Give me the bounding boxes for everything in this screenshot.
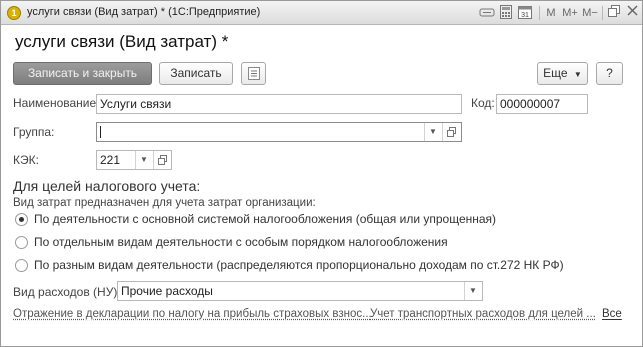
memory-minus-button[interactable]: M− [581,5,599,21]
tax-section-title: Для целей налогового учета: [13,178,201,194]
transport-expenses-link[interactable]: Учет транспортных расходов для целей ... [370,308,596,320]
calculator-icon[interactable] [498,5,514,21]
link-icon[interactable] [478,5,496,21]
radio-button[interactable] [15,259,28,272]
code-label: Код: [471,96,495,110]
calendar-icon[interactable]: 31 [517,5,533,21]
more-button-label: Еще [543,66,568,80]
tax-subtitle: Вид затрат предназначен для учета затрат… [13,197,316,209]
restore-icon[interactable] [607,5,621,21]
chevron-down-icon[interactable]: ▼ [135,151,152,169]
radio-option-label: По деятельности с основной системой нало… [34,212,497,226]
name-label: Наименование: [13,96,100,110]
close-icon[interactable] [625,5,639,21]
group-field[interactable]: ▼ [96,122,462,142]
kek-value: 221 [100,153,121,167]
radio-button[interactable] [15,236,28,249]
app-window: 1 услуги связи (Вид затрат) * (1С:Предпр… [0,0,643,347]
list-icon[interactable] [241,62,266,85]
chevron-down-icon: ▼ [573,70,582,79]
svg-text:31: 31 [521,12,529,19]
group-label: Группа: [13,125,55,139]
declaration-link[interactable]: Отражение в декларации по налогу на приб… [13,308,372,320]
memory-button[interactable]: M [544,5,558,21]
kek-field[interactable]: 221 ▼ [96,150,172,170]
save-and-close-button[interactable]: Записать и закрыть [13,62,152,85]
radio-button[interactable] [15,213,28,226]
open-icon[interactable] [442,123,459,141]
form-heading: услуги связи (Вид затрат) * [15,32,229,51]
expense-type-value: Прочие расходы [121,284,213,298]
expense-type-label: Вид расходов (НУ): [13,285,121,299]
toolbar-separator [539,6,540,20]
code-field[interactable]: 000000007 [496,94,588,114]
open-icon[interactable] [153,151,170,169]
window-title: услуги связи (Вид затрат) * (1С:Предприя… [27,6,261,18]
more-button[interactable]: Еще ▼ [537,62,588,85]
memory-plus-button[interactable]: M+ [561,5,579,21]
app-logo-icon: 1 [7,6,21,20]
chevron-down-icon[interactable]: ▼ [424,123,441,141]
radio-option-label: По отдельным видам деятельности с особым… [34,235,448,249]
expense-type-field[interactable]: Прочие расходы ▼ [117,281,483,301]
toolbar-separator [602,6,603,20]
title-bar: 1 услуги связи (Вид затрат) * (1С:Предпр… [1,1,642,25]
save-button[interactable]: Записать [159,62,233,85]
radio-option-label: По разным видам деятельности (распределя… [34,258,564,272]
name-field[interactable]: Услуги связи [96,94,462,114]
help-button[interactable]: ? [596,62,623,85]
all-link[interactable]: Все [602,308,622,320]
kek-label: КЭК: [13,153,39,167]
text-cursor [100,126,101,138]
chevron-down-icon[interactable]: ▼ [464,282,481,300]
